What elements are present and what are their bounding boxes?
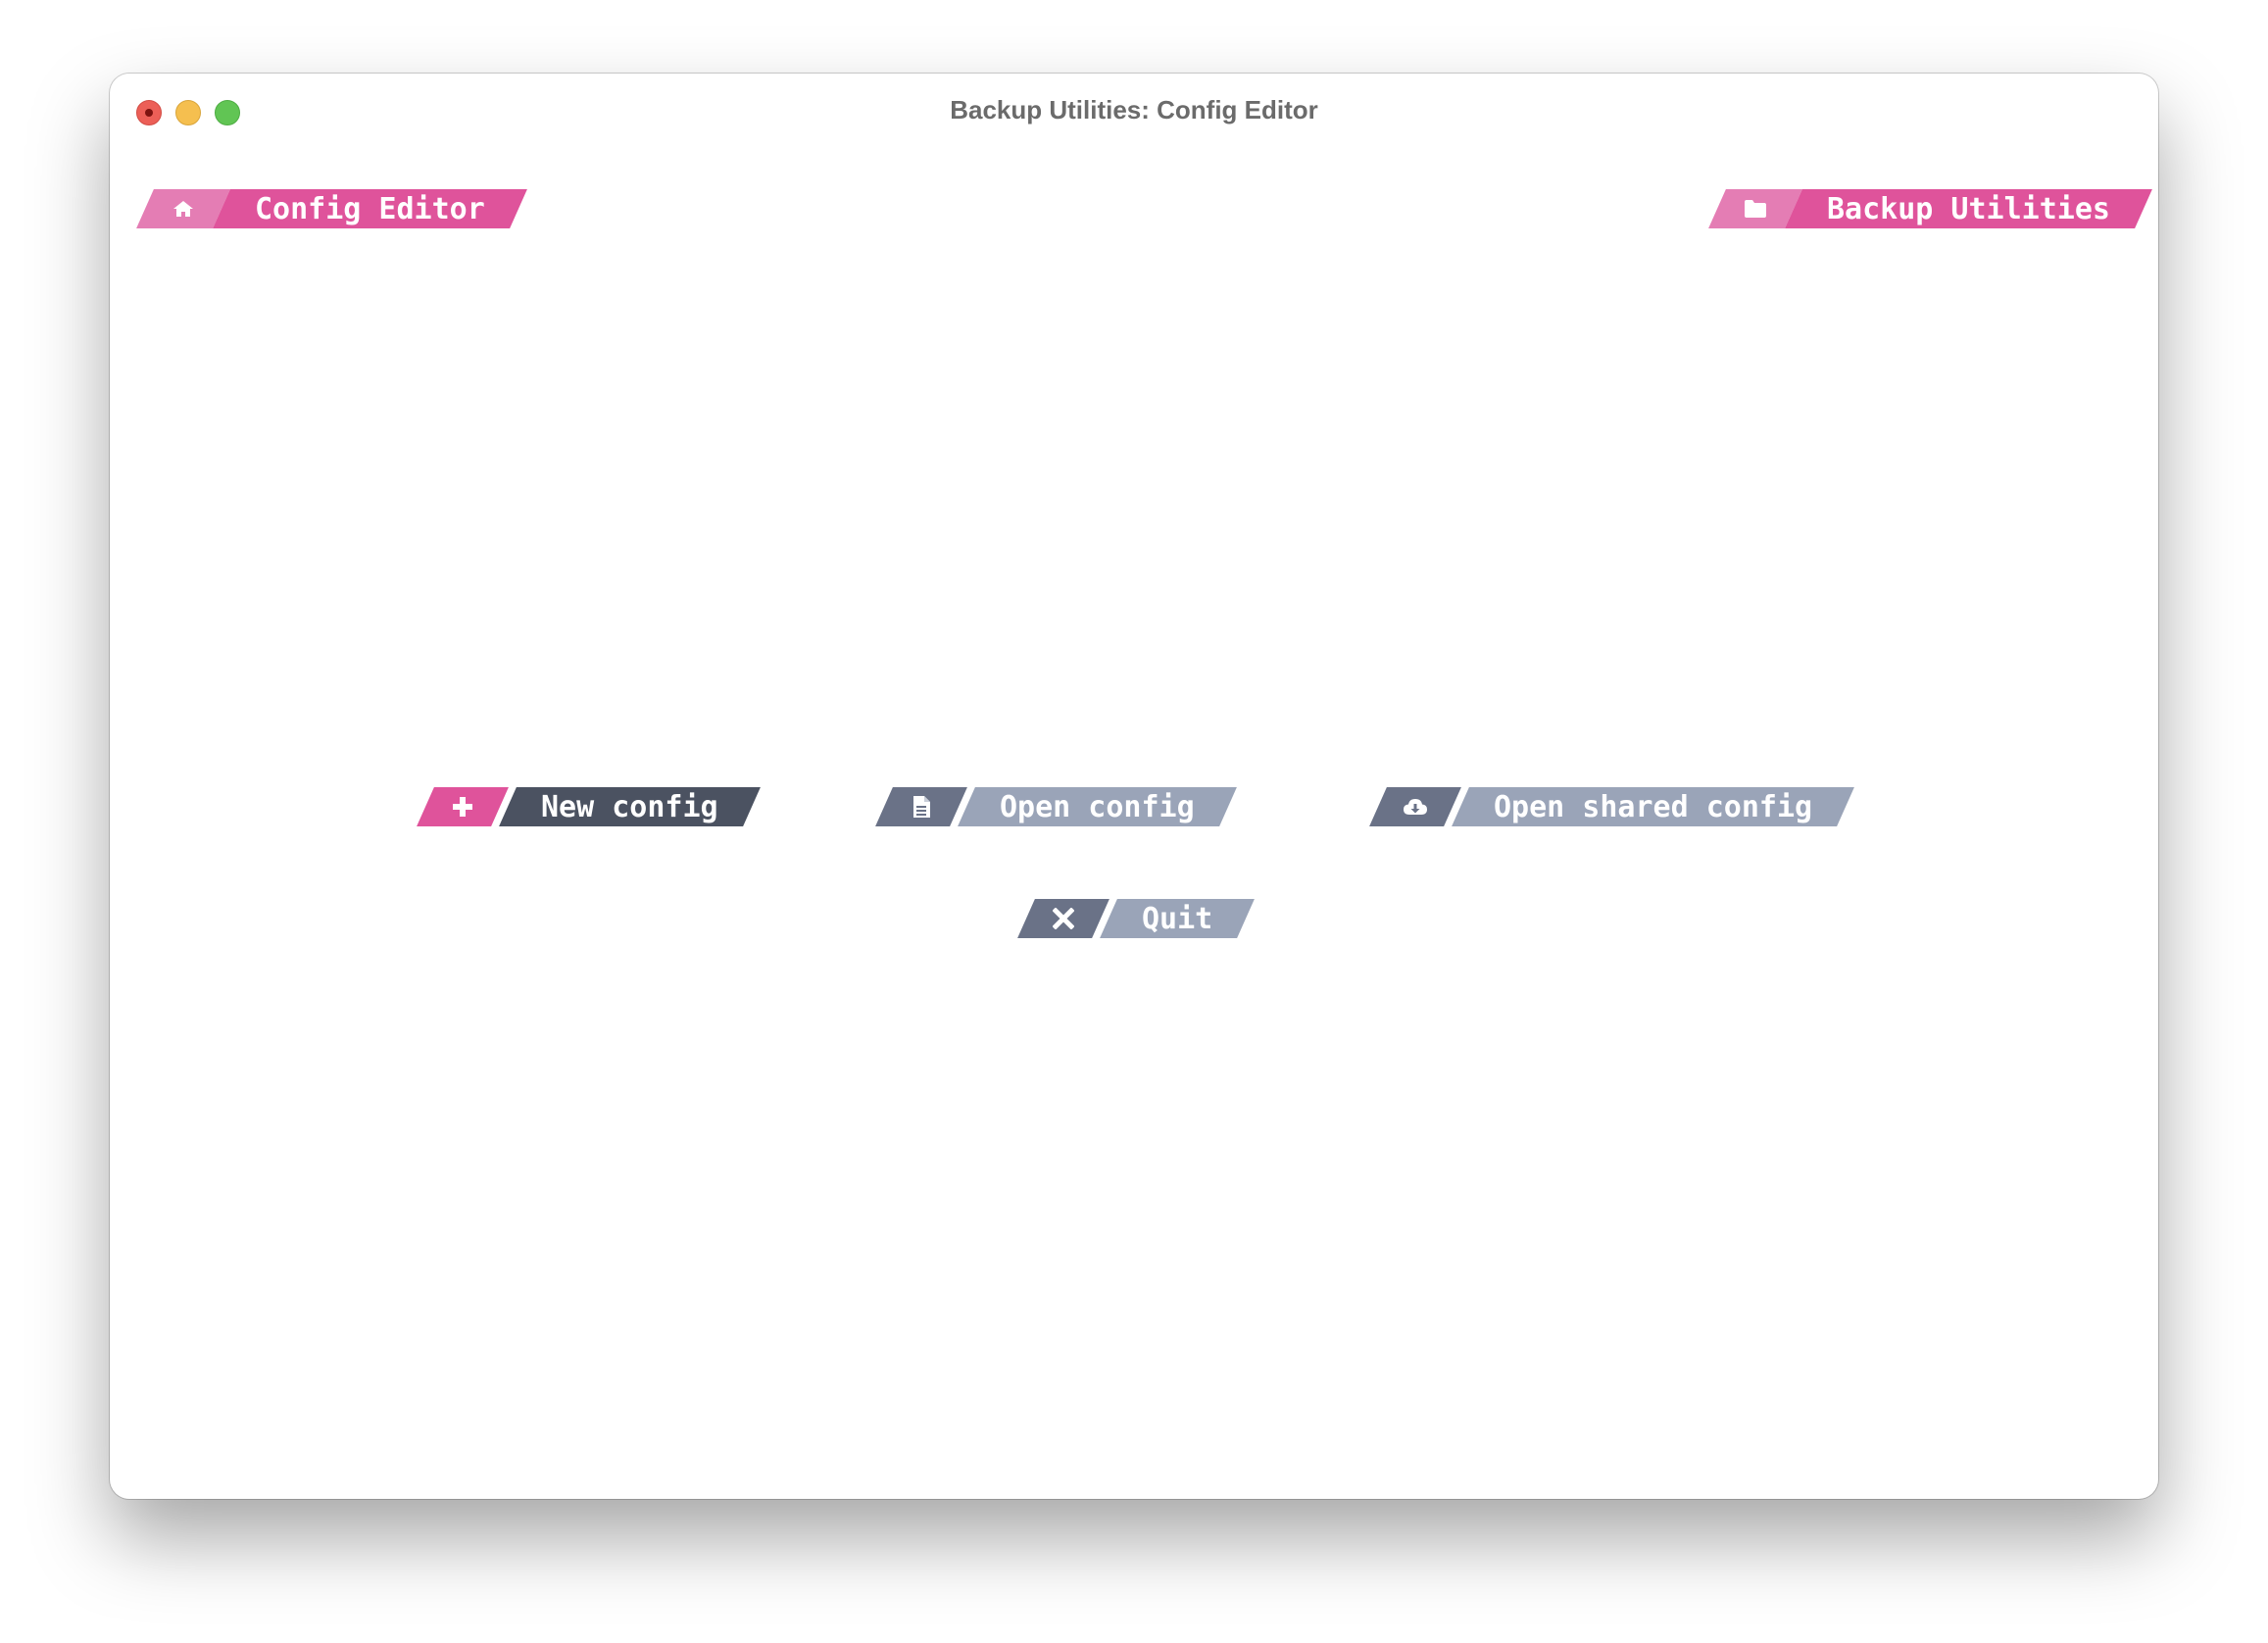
close-icon bbox=[1026, 899, 1101, 938]
new-config-button[interactable]: New config bbox=[425, 787, 752, 826]
open-shared-config-label: Open shared config bbox=[1460, 787, 1846, 826]
plus-icon bbox=[425, 787, 500, 826]
header-backup-utilities: Backup Utilities bbox=[1717, 189, 2144, 228]
file-icon bbox=[884, 787, 959, 826]
open-shared-config-button[interactable]: Open shared config bbox=[1378, 787, 1846, 826]
header-app-label: Backup Utilities bbox=[1794, 189, 2144, 228]
app-window: Backup Utilities: Config Editor Config E… bbox=[110, 74, 2158, 1499]
folder-icon bbox=[1717, 189, 1794, 228]
window-title: Backup Utilities: Config Editor bbox=[950, 95, 1318, 124]
quit-label: Quit bbox=[1109, 899, 1246, 938]
new-config-label: New config bbox=[508, 787, 752, 826]
header-title-label: Config Editor bbox=[222, 189, 518, 228]
open-config-button[interactable]: Open config bbox=[884, 787, 1228, 826]
quit-button[interactable]: Quit bbox=[1026, 899, 1246, 938]
home-icon bbox=[145, 189, 222, 228]
open-config-label: Open config bbox=[966, 787, 1228, 826]
cloud-download-icon bbox=[1378, 787, 1453, 826]
title-bar: Backup Utilities: Config Editor bbox=[110, 74, 2158, 152]
header-config-editor: Config Editor bbox=[145, 189, 518, 228]
